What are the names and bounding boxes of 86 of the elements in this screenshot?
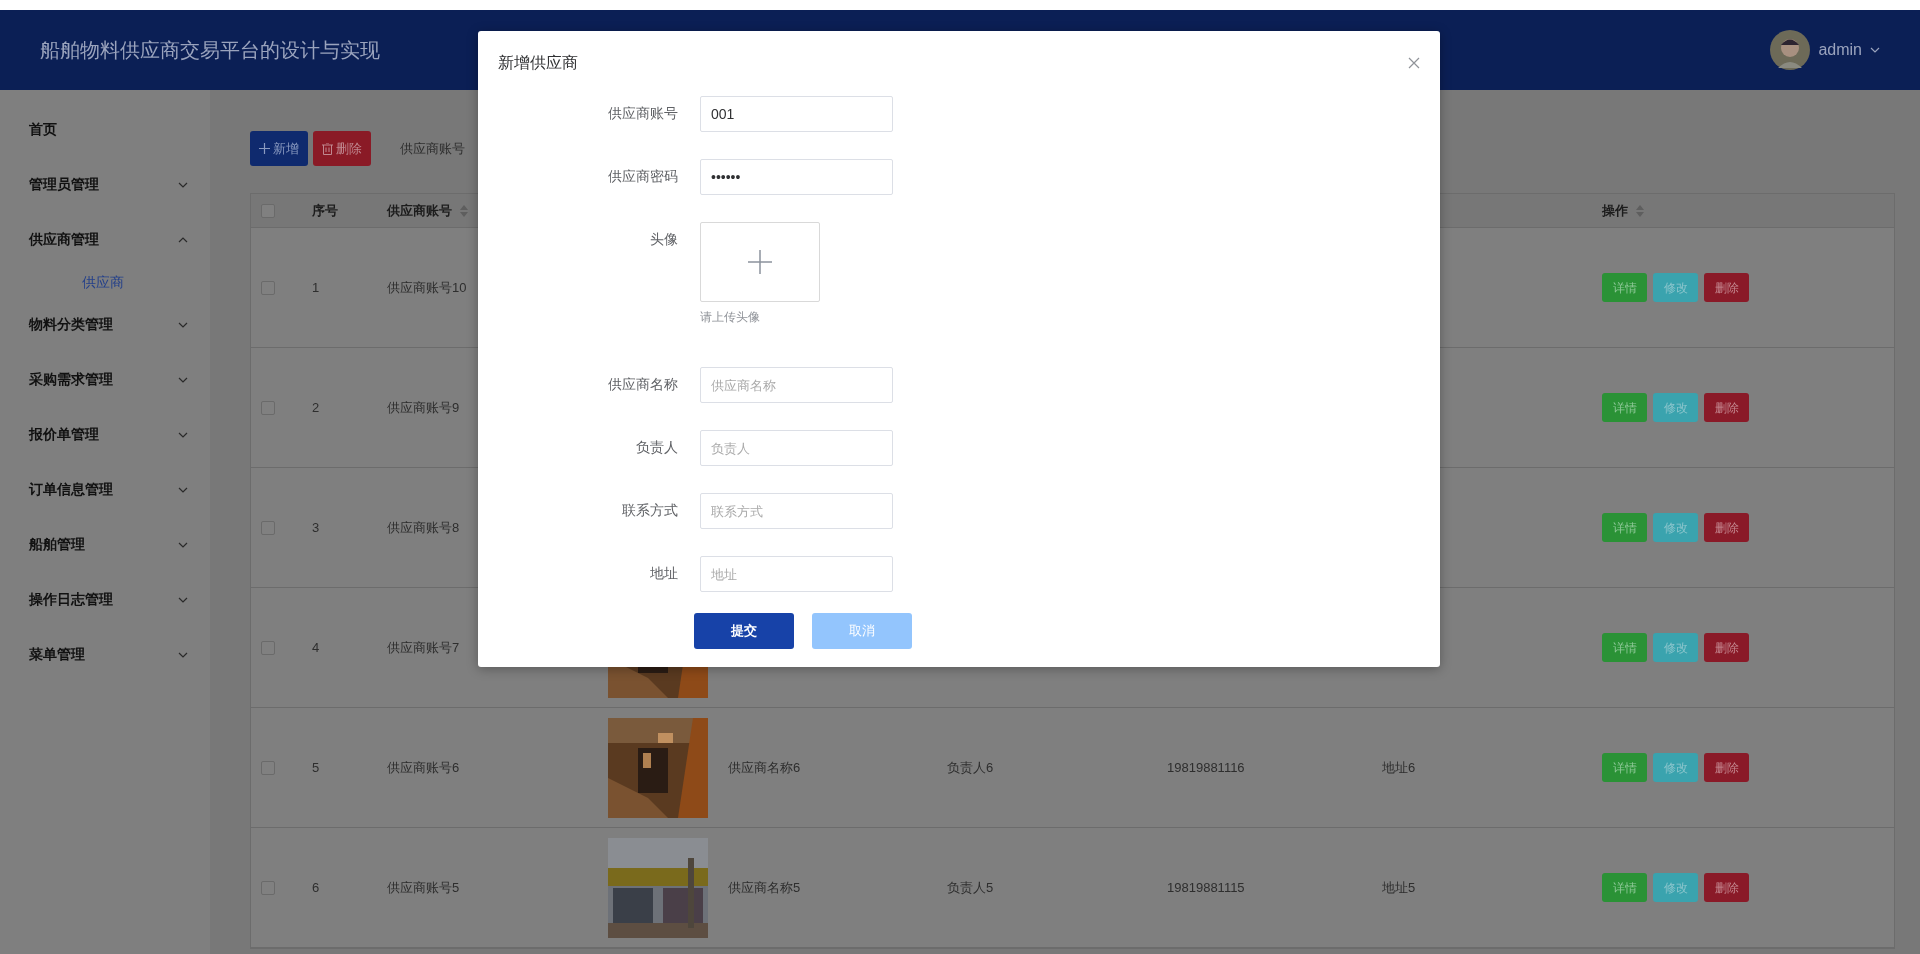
chevron-down-icon (178, 541, 188, 548)
app-title: 船舶物料供应商交易平台的设计与实现 (40, 38, 380, 63)
column-header: 供应商账号 (387, 201, 452, 220)
column-header: 操作 (1602, 201, 1628, 220)
chevron-down-icon (178, 431, 188, 438)
sidebar-item[interactable]: 订单信息管理 (0, 462, 210, 517)
table-cell-text: 供应商账号6 (387, 758, 460, 777)
input-field[interactable]: 001 (700, 96, 893, 132)
sidebar-item[interactable]: 管理员管理 (0, 157, 210, 212)
details-button[interactable]: 详情 (1602, 513, 1647, 542)
delete-button[interactable]: 删除 (1704, 273, 1749, 302)
chevron-down-icon (1870, 47, 1880, 53)
input-field[interactable]: 负责人 (700, 430, 893, 466)
delete-button[interactable]: 删除 (1704, 393, 1749, 422)
details-button[interactable]: 详情 (1602, 633, 1647, 662)
input-field[interactable]: 地址 (700, 556, 893, 592)
sort-icon (460, 204, 468, 217)
chevron-down-icon (178, 321, 188, 328)
table-cell-text: 地址6 (1382, 758, 1416, 777)
table-cell-text: 19819881115 (1167, 878, 1245, 897)
table-cell-text: 供应商名称5 (728, 878, 801, 897)
delete-button[interactable]: 删除 (313, 131, 371, 166)
chevron-down-icon (178, 376, 188, 383)
input-field[interactable]: 供应商名称 (700, 367, 893, 403)
field-label: 供应商名称 (607, 375, 679, 394)
chevron-down-icon (178, 596, 188, 603)
table-cell-text: 2 (312, 398, 320, 417)
field-label: 头像 (649, 230, 679, 249)
sort-icon (1636, 204, 1644, 217)
sidebar-item[interactable]: 报价单管理 (0, 407, 210, 462)
table-cell-text: 供应商账号8 (387, 518, 460, 537)
submit-button[interactable]: 提交 (694, 613, 794, 649)
add-button[interactable]: 新增 (250, 131, 308, 166)
sidebar-item[interactable]: 首页 (0, 102, 210, 157)
table-cell-text: 4 (312, 638, 320, 657)
upload-hint: 请上传头像 (700, 309, 761, 326)
details-button[interactable]: 详情 (1602, 273, 1647, 302)
table-cell-text: 3 (312, 518, 320, 537)
details-button[interactable]: 详情 (1602, 753, 1647, 782)
field-label: 地址 (649, 564, 679, 583)
input-field[interactable]: •••••• (700, 159, 893, 195)
table-cell-text: 负责人6 (947, 758, 994, 777)
table-cell-text: 19819881116 (1167, 758, 1245, 777)
field-label: 联系方式 (621, 501, 679, 520)
column-header: 序号 (312, 201, 338, 220)
sidebar-item[interactable]: 物料分类管理 (0, 297, 210, 352)
field-label: 负责人 (635, 438, 679, 457)
sidebar-item[interactable]: 供应商管理 (0, 212, 210, 267)
close-icon[interactable] (1408, 57, 1420, 69)
user-name[interactable]: admin (1818, 38, 1862, 62)
upload-box[interactable] (700, 222, 820, 302)
delete-button[interactable]: 删除 (1704, 753, 1749, 782)
delete-button[interactable]: 删除 (1704, 513, 1749, 542)
input-field[interactable]: 联系方式 (700, 493, 893, 529)
search-label: 供应商账号 (400, 139, 465, 158)
dialog-title: 新增供应商 (498, 53, 578, 73)
chevron-down-icon (178, 181, 188, 188)
trash-icon (322, 142, 333, 155)
chevron-down-icon (178, 486, 188, 493)
table-cell-text: 供应商账号7 (387, 638, 460, 657)
plus-icon (259, 143, 270, 154)
table-cell-text: 负责人5 (947, 878, 994, 897)
table-cell-text: 供应商账号9 (387, 398, 460, 417)
table-cell-text: 1 (312, 278, 320, 297)
sidebar-item[interactable]: 船舶管理 (0, 517, 210, 572)
table-cell-text: 6 (312, 878, 320, 897)
delete-button[interactable]: 删除 (1704, 633, 1749, 662)
chevron-up-icon (178, 236, 188, 243)
avatar-icon (1770, 30, 1811, 70)
field-label: 供应商密码 (607, 167, 679, 186)
table-cell-text: 供应商账号10 (387, 278, 467, 297)
cancel-button[interactable]: 取消 (812, 613, 912, 649)
sidebar-item[interactable]: 采购需求管理 (0, 352, 210, 407)
table-cell-text: 供应商账号5 (387, 878, 460, 897)
field-label: 供应商账号 (607, 104, 679, 123)
plus-icon (748, 250, 772, 274)
details-button[interactable]: 详情 (1602, 873, 1647, 902)
details-button[interactable]: 详情 (1602, 393, 1647, 422)
table-cell-text: 5 (312, 758, 320, 777)
table-cell-text: 供应商名称6 (728, 758, 801, 777)
sidebar-item[interactable]: 操作日志管理 (0, 572, 210, 627)
sidebar-item[interactable]: 菜单管理 (0, 627, 210, 682)
chevron-down-icon (178, 651, 188, 658)
sidebar-subitem[interactable]: 供应商 (0, 267, 210, 297)
table-cell-text: 地址5 (1382, 878, 1416, 897)
delete-button[interactable]: 删除 (1704, 873, 1749, 902)
